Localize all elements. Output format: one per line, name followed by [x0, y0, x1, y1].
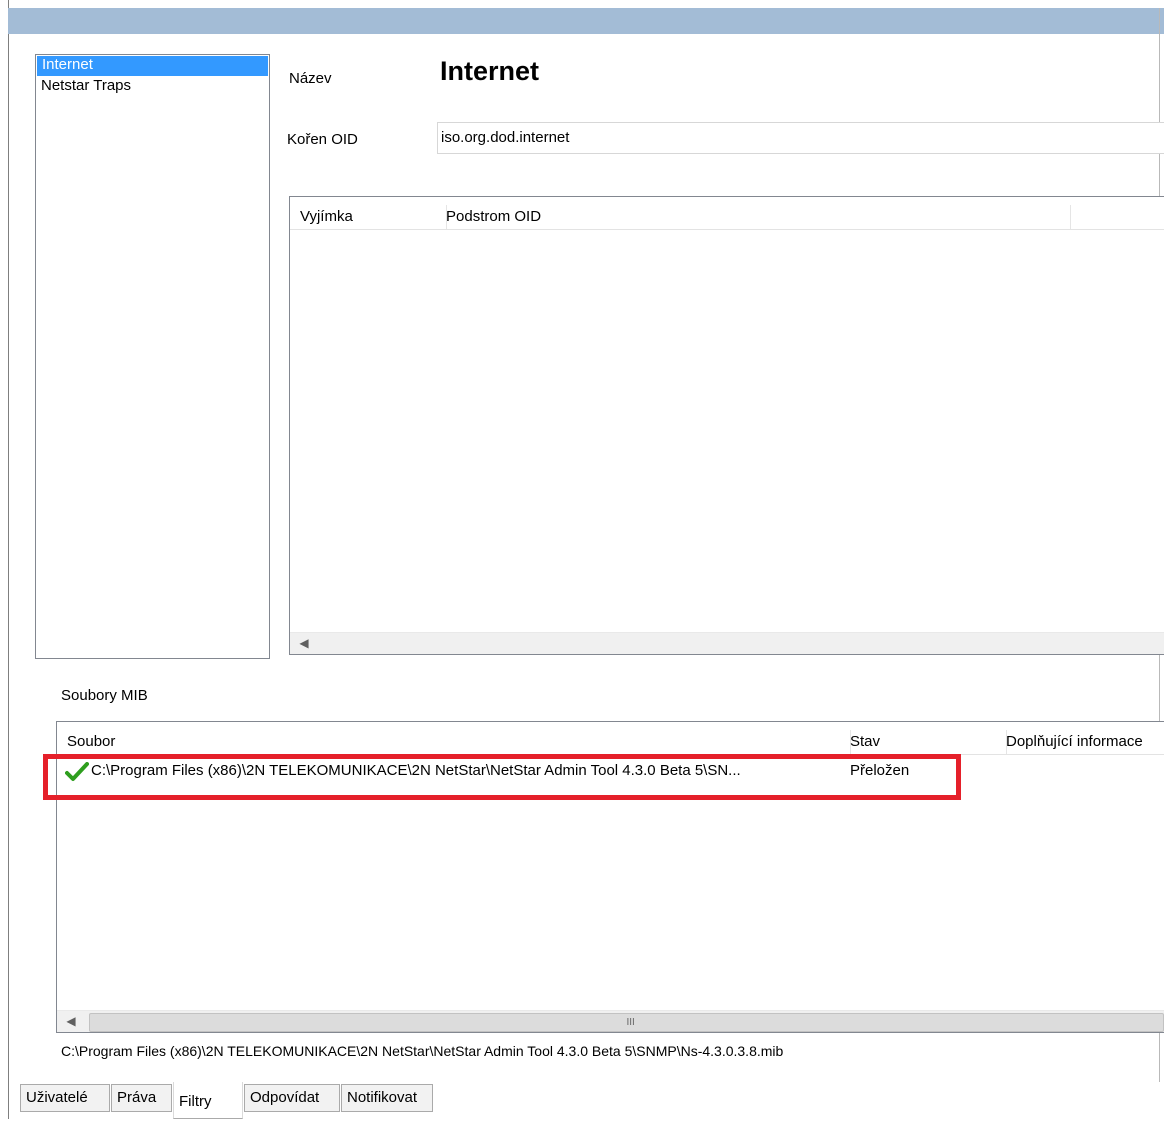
- exceptions-horizontal-scrollbar[interactable]: ◀: [290, 632, 1164, 654]
- mib-grid-header: Soubor Stav Doplňující informace: [57, 730, 1164, 755]
- tab-rights[interactable]: Práva: [111, 1084, 172, 1112]
- mib-horizontal-scrollbar[interactable]: ◀ III: [57, 1010, 1164, 1032]
- column-header-oid-subtree[interactable]: Podstrom OID: [436, 205, 1071, 229]
- filter-item-internet[interactable]: Internet: [37, 56, 268, 76]
- oid-root-label: Kořen OID: [287, 131, 358, 148]
- name-label: Název: [289, 70, 332, 87]
- tab-respond[interactable]: Odpovídat: [244, 1084, 340, 1112]
- mib-files-label: Soubory MIB: [61, 687, 148, 704]
- scroll-left-arrow-icon[interactable]: ◀: [294, 633, 314, 653]
- scrollbar-grip: III: [626, 1017, 635, 1028]
- window-left-border: [8, 0, 9, 1119]
- highlight-box: [43, 754, 961, 800]
- column-header-additional-info[interactable]: Doplňující informace: [996, 730, 1164, 754]
- window-title-bar[interactable]: [8, 8, 1164, 34]
- tab-notify[interactable]: Notifikovat: [341, 1084, 433, 1112]
- selected-mib-full-path: C:\Program Files (x86)\2N TELEKOMUNIKACE…: [61, 1043, 784, 1059]
- oid-root-input[interactable]: iso.org.dod.internet: [437, 122, 1164, 154]
- tab-users[interactable]: Uživatelé: [20, 1084, 110, 1112]
- scroll-left-arrow-icon[interactable]: ◀: [61, 1011, 81, 1031]
- exceptions-grid[interactable]: Vyjímka Podstrom OID ◀: [289, 196, 1164, 655]
- tab-filters[interactable]: Filtry: [173, 1082, 243, 1119]
- column-header-file[interactable]: Soubor: [57, 730, 851, 754]
- column-header-state[interactable]: Stav: [840, 730, 1007, 754]
- exceptions-grid-header: Vyjímka Podstrom OID: [290, 205, 1164, 230]
- scrollbar-thumb[interactable]: III: [89, 1013, 1164, 1032]
- filter-item-netstar-traps[interactable]: Netstar Traps: [36, 76, 269, 96]
- filter-name-value: Internet: [440, 56, 540, 86]
- column-header-exception[interactable]: Vyjímka: [290, 205, 447, 229]
- filters-list[interactable]: Internet Netstar Traps: [35, 54, 270, 659]
